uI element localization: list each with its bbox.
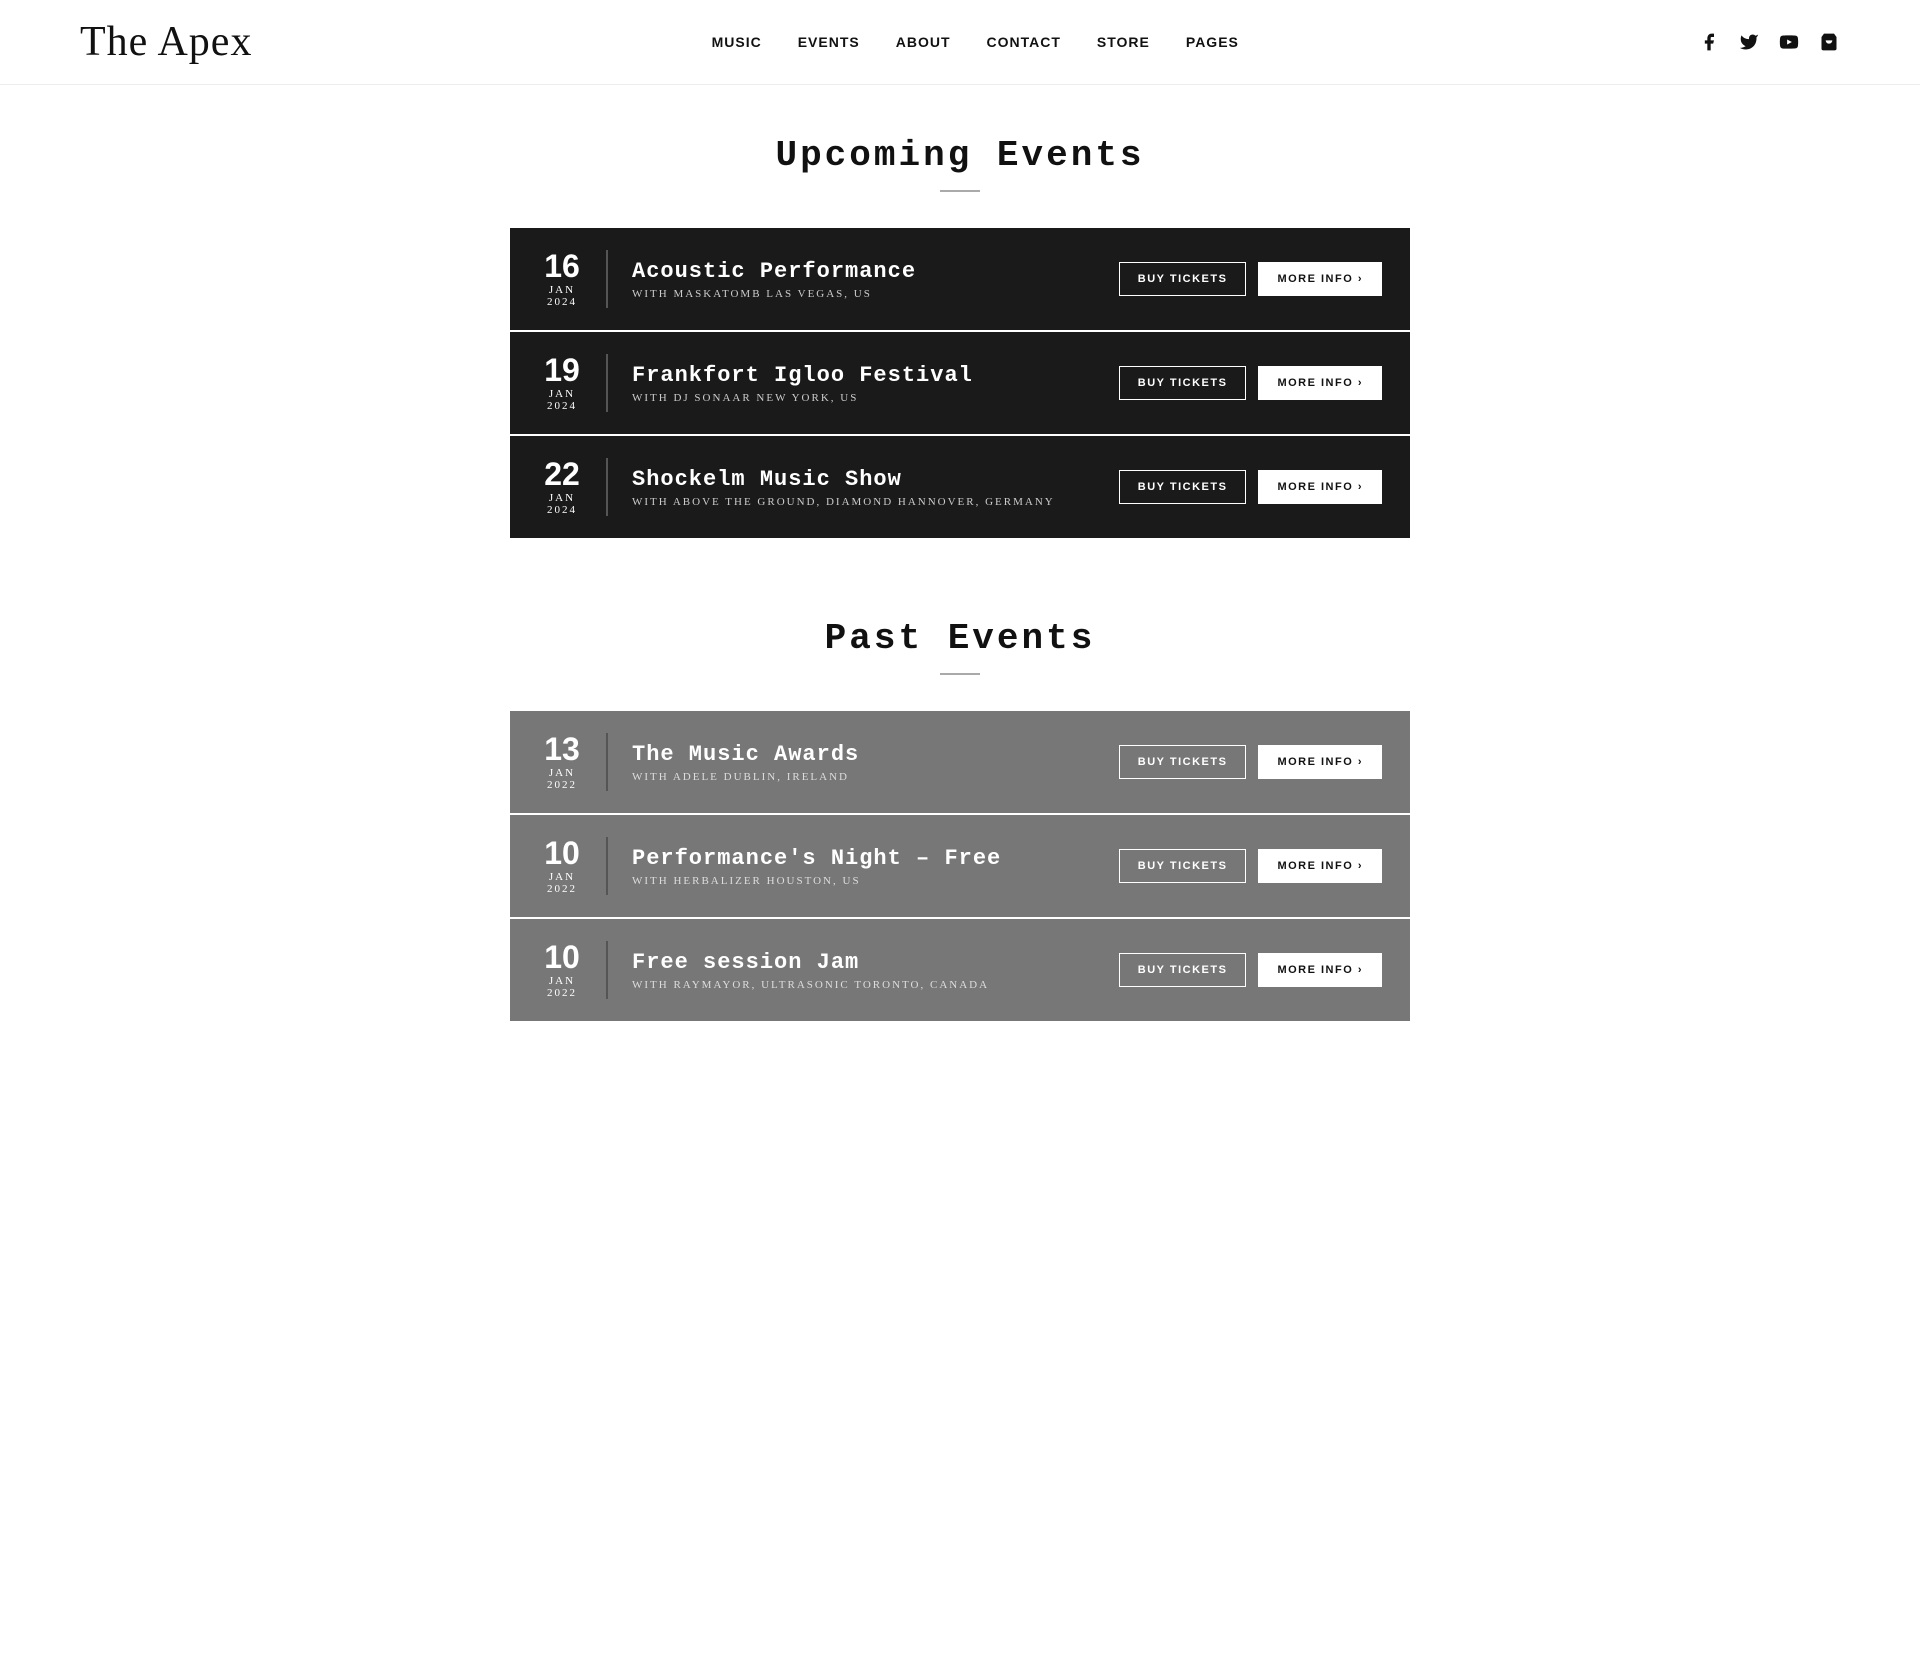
event-title: The Music Awards	[632, 742, 1119, 767]
buy-tickets-button[interactable]: BUY TICKETS	[1119, 953, 1247, 987]
event-subtitle: WITH MASKATOMB LAS VEGAS, US	[632, 288, 1119, 300]
past-divider	[940, 673, 980, 675]
facebook-icon[interactable]	[1698, 31, 1720, 53]
nav-item-pages[interactable]: PAGES	[1186, 34, 1239, 50]
event-date: 10 JAN 2022	[538, 837, 608, 895]
event-year: 2024	[547, 400, 577, 412]
event-info: Frankfort Igloo Festival WITH DJ SONAAR …	[632, 363, 1119, 404]
social-icons-group	[1698, 31, 1840, 53]
event-day: 22	[544, 458, 580, 490]
event-subtitle: WITH DJ SONAAR NEW YORK, US	[632, 392, 1119, 404]
event-title: Acoustic Performance	[632, 259, 1119, 284]
nav-item-store[interactable]: STORE	[1097, 34, 1150, 50]
event-subtitle: WITH ABOVE THE GROUND, DIAMOND HANNOVER,…	[632, 496, 1119, 508]
buy-tickets-button[interactable]: BUY TICKETS	[1119, 745, 1247, 779]
event-title: Performance's Night – Free	[632, 846, 1119, 871]
main-content: Upcoming Events 16 JAN 2024 Acoustic Per…	[490, 85, 1430, 1161]
event-info: The Music Awards WITH ADELE DUBLIN, IREL…	[632, 742, 1119, 783]
more-info-button[interactable]: MORE INFO ›	[1258, 470, 1382, 504]
buy-tickets-button[interactable]: BUY TICKETS	[1119, 849, 1247, 883]
event-subtitle: WITH HERBALIZER HOUSTON, US	[632, 875, 1119, 887]
event-date: 16 JAN 2024	[538, 250, 608, 308]
event-day: 10	[544, 941, 580, 973]
event-row: 19 JAN 2024 Frankfort Igloo Festival WIT…	[510, 332, 1410, 436]
more-info-button[interactable]: MORE INFO ›	[1258, 745, 1382, 779]
youtube-icon[interactable]	[1778, 31, 1800, 53]
event-month: JAN	[549, 975, 575, 987]
nav-item-music[interactable]: MUSIC	[712, 34, 762, 50]
buy-tickets-button[interactable]: BUY TICKETS	[1119, 262, 1247, 296]
nav-item-about[interactable]: ABOUT	[896, 34, 951, 50]
event-info: Performance's Night – Free WITH HERBALIZ…	[632, 846, 1119, 887]
past-events-section: Past Events 13 JAN 2022 The Music Awards…	[510, 618, 1410, 1021]
nav-item-contact[interactable]: CONTACT	[987, 34, 1061, 50]
event-row: 13 JAN 2022 The Music Awards WITH ADELE …	[510, 711, 1410, 815]
event-title: Shockelm Music Show	[632, 467, 1119, 492]
event-day: 19	[544, 354, 580, 386]
event-year: 2022	[547, 779, 577, 791]
event-month: JAN	[549, 871, 575, 883]
event-actions: BUY TICKETS MORE INFO ›	[1119, 366, 1382, 400]
event-info: Acoustic Performance WITH MASKATOMB LAS …	[632, 259, 1119, 300]
event-month: JAN	[549, 388, 575, 400]
event-actions: BUY TICKETS MORE INFO ›	[1119, 849, 1382, 883]
event-year: 2022	[547, 883, 577, 895]
more-info-button[interactable]: MORE INFO ›	[1258, 849, 1382, 883]
event-row: 10 JAN 2022 Free session Jam WITH RAYMAY…	[510, 919, 1410, 1021]
event-date: 13 JAN 2022	[538, 733, 608, 791]
main-nav: MUSIC EVENTS ABOUT CONTACT STORE PAGES	[712, 34, 1239, 50]
event-actions: BUY TICKETS MORE INFO ›	[1119, 745, 1382, 779]
site-header: The Apex MUSIC EVENTS ABOUT CONTACT STORE PAG…	[0, 0, 1920, 85]
past-events-title: Past Events	[510, 618, 1410, 659]
event-year: 2024	[547, 504, 577, 516]
event-actions: BUY TICKETS MORE INFO ›	[1119, 262, 1382, 296]
event-date: 22 JAN 2024	[538, 458, 608, 516]
past-events-list: 13 JAN 2022 The Music Awards WITH ADELE …	[510, 711, 1410, 1021]
buy-tickets-button[interactable]: BUY TICKETS	[1119, 470, 1247, 504]
upcoming-events-title: Upcoming Events	[510, 135, 1410, 176]
event-month: JAN	[549, 492, 575, 504]
event-actions: BUY TICKETS MORE INFO ›	[1119, 470, 1382, 504]
event-year: 2022	[547, 987, 577, 999]
event-row: 22 JAN 2024 Shockelm Music Show WITH ABO…	[510, 436, 1410, 538]
more-info-button[interactable]: MORE INFO ›	[1258, 953, 1382, 987]
event-day: 13	[544, 733, 580, 765]
cart-icon[interactable]	[1818, 31, 1840, 53]
buy-tickets-button[interactable]: BUY TICKETS	[1119, 366, 1247, 400]
more-info-button[interactable]: MORE INFO ›	[1258, 366, 1382, 400]
event-day: 16	[544, 250, 580, 282]
event-subtitle: WITH ADELE DUBLIN, IRELAND	[632, 771, 1119, 783]
more-info-button[interactable]: MORE INFO ›	[1258, 262, 1382, 296]
event-row: 10 JAN 2022 Performance's Night – Free W…	[510, 815, 1410, 919]
event-row: 16 JAN 2024 Acoustic Performance WITH MA…	[510, 228, 1410, 332]
event-month: JAN	[549, 767, 575, 779]
event-subtitle: WITH RAYMAYOR, ULTRASONIC TORONTO, CANAD…	[632, 979, 1119, 991]
event-date: 10 JAN 2022	[538, 941, 608, 999]
event-date: 19 JAN 2024	[538, 354, 608, 412]
twitter-icon[interactable]	[1738, 31, 1760, 53]
event-day: 10	[544, 837, 580, 869]
event-month: JAN	[549, 284, 575, 296]
upcoming-events-section: Upcoming Events 16 JAN 2024 Acoustic Per…	[510, 135, 1410, 538]
upcoming-events-list: 16 JAN 2024 Acoustic Performance WITH MA…	[510, 228, 1410, 538]
event-title: Frankfort Igloo Festival	[632, 363, 1119, 388]
site-logo[interactable]: The Apex	[80, 18, 252, 66]
event-title: Free session Jam	[632, 950, 1119, 975]
event-actions: BUY TICKETS MORE INFO ›	[1119, 953, 1382, 987]
event-year: 2024	[547, 296, 577, 308]
nav-item-events[interactable]: EVENTS	[798, 34, 860, 50]
event-info: Free session Jam WITH RAYMAYOR, ULTRASON…	[632, 950, 1119, 991]
upcoming-divider	[940, 190, 980, 192]
event-info: Shockelm Music Show WITH ABOVE THE GROUN…	[632, 467, 1119, 508]
